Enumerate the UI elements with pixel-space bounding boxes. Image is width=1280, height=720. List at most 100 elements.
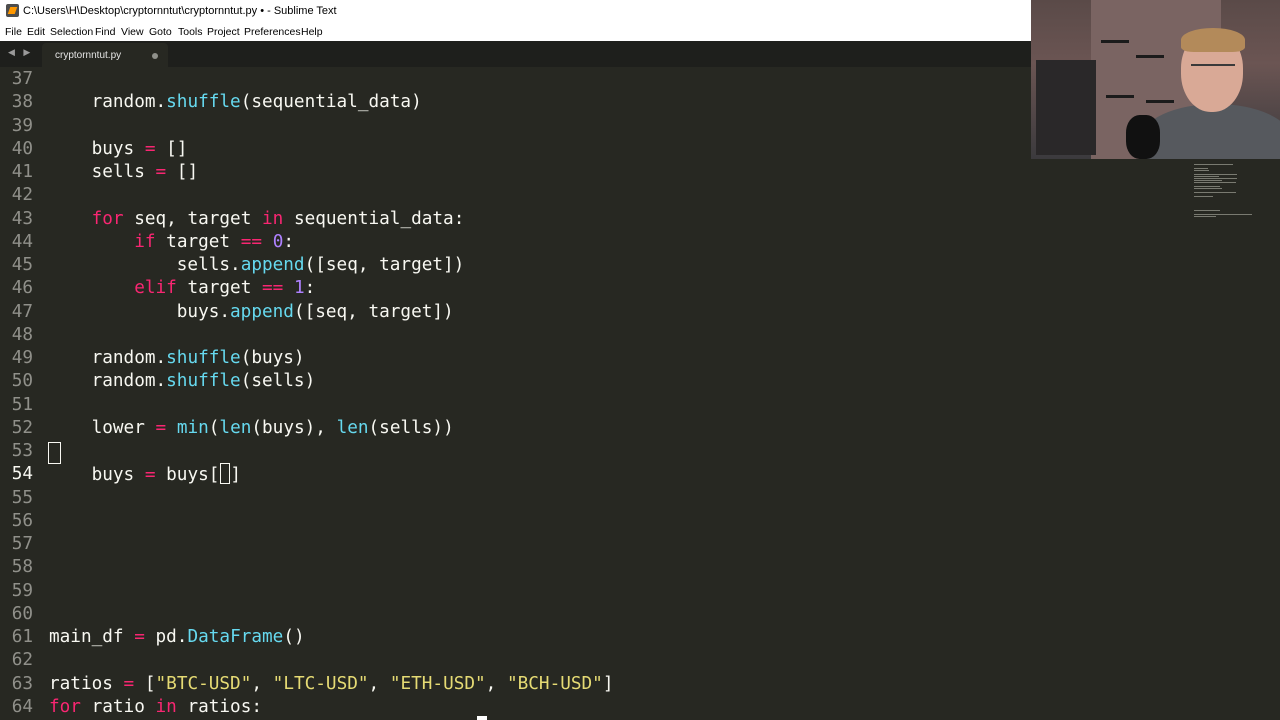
code-token: == <box>240 231 263 252</box>
menu-help[interactable]: Help <box>301 26 323 38</box>
webcam-shelf <box>1036 60 1096 155</box>
code-line[interactable]: 58 <box>0 556 33 579</box>
drone-icon <box>1136 55 1164 58</box>
code-line[interactable]: 40 buys = [] <box>0 138 188 161</box>
code-line[interactable]: 62 <box>0 649 33 672</box>
menu-file[interactable]: File <box>5 26 22 38</box>
code-line[interactable]: 42 <box>0 184 33 207</box>
code-line[interactable]: 61 main_df = pd.DataFrame() <box>0 626 305 649</box>
code-line[interactable]: 57 <box>0 533 33 556</box>
code-token: [] <box>155 138 188 159</box>
code-line[interactable]: 48 <box>0 324 33 347</box>
line-number: 41 <box>11 162 33 182</box>
code-token: = <box>144 465 156 486</box>
code-token: ratios: <box>176 696 263 717</box>
menu-selection[interactable]: Selection <box>50 26 93 38</box>
code-token: ([seq, target]) <box>293 301 454 322</box>
minimap-line <box>1194 188 1222 189</box>
code-token: buys <box>49 465 145 486</box>
code-line[interactable]: 64 for ratio in ratios: <box>0 696 262 719</box>
code-text: buys = buys[] <box>49 463 241 487</box>
minimap[interactable] <box>1190 162 1270 222</box>
webcam-person-hair <box>1181 28 1245 52</box>
code-token: ( <box>208 417 220 438</box>
menu-edit[interactable]: Edit <box>27 26 45 38</box>
menu-preferences[interactable]: Preferences <box>244 26 301 38</box>
code-token: buys. <box>49 301 231 322</box>
code-token: ] <box>230 465 242 486</box>
code-token: () <box>283 627 305 647</box>
code-token: ] <box>602 673 614 694</box>
code-line[interactable]: 44 if target == 0: <box>0 231 294 254</box>
code-token: if <box>134 231 156 252</box>
code-line[interactable]: 60 <box>0 603 33 626</box>
code-token: ([seq, target]) <box>304 255 465 275</box>
code-token: (sells) <box>240 371 316 392</box>
webcam-person-glasses <box>1191 64 1235 75</box>
code-token: in <box>155 696 177 717</box>
window-title: C:\Users\H\Desktop\cryptornntut\cryptorn… <box>23 5 337 17</box>
line-number: 49 <box>11 348 33 368</box>
code-token: , <box>251 673 273 694</box>
code-line[interactable]: 39 <box>0 115 33 138</box>
code-line[interactable]: 63 ratios = ["BTC-USD", "LTC-USD", "ETH-U… <box>0 673 614 696</box>
code-line[interactable]: 38 random.shuffle(sequential_data) <box>0 91 422 114</box>
drone-icon <box>1146 100 1174 103</box>
drone-icon <box>1106 95 1134 98</box>
menu-view[interactable]: View <box>121 26 144 38</box>
line-number: 42 <box>11 185 33 206</box>
menu-find[interactable]: Find <box>95 26 115 38</box>
code-line[interactable]: 51 <box>0 394 33 417</box>
code-token: random. <box>49 348 167 368</box>
line-number: 50 <box>11 371 33 392</box>
code-line[interactable]: 52 lower = min(len(buys), len(sells)) <box>0 417 454 440</box>
code-line[interactable]: 49 random.shuffle(buys) <box>0 347 305 370</box>
code-token: "LTC-USD" <box>272 673 369 694</box>
code-token: for <box>49 696 81 717</box>
code-token: DataFrame <box>187 627 284 647</box>
code-line[interactable]: 47 buys.append([seq, target]) <box>0 301 454 324</box>
code-token: sells. <box>49 255 241 275</box>
code-token: 0 <box>272 231 284 252</box>
tab-nav-arrows-icon[interactable]: ◀ ▶ <box>8 47 33 58</box>
code-token: random. <box>49 92 167 113</box>
menu-goto[interactable]: Goto <box>149 26 172 38</box>
code-text: elif target == 1: <box>49 277 315 300</box>
code-token: , <box>368 673 390 694</box>
code-text: buys.append([seq, target]) <box>49 301 454 324</box>
menu-tools[interactable]: Tools <box>178 26 203 38</box>
code-token: main_df <box>49 627 135 647</box>
code-token: (sequential_data) <box>240 92 422 113</box>
unsaved-dot-icon[interactable] <box>152 53 158 59</box>
code-line[interactable]: 54 buys = buys[] <box>0 463 241 486</box>
code-editor[interactable]: 37 38 random.shuffle(sequential_data) 39 40… <box>0 67 1280 720</box>
line-number: 62 <box>11 650 33 671</box>
code-line[interactable]: 53 <box>0 440 33 463</box>
code-token: random. <box>49 371 167 392</box>
line-number: 56 <box>11 510 33 531</box>
code-line[interactable]: 55 <box>0 487 33 510</box>
code-text: random.shuffle(sells) <box>49 370 316 393</box>
tab-cryptornntut[interactable]: cryptornntut.py <box>42 43 168 67</box>
code-line[interactable]: 56 <box>0 510 33 533</box>
code-line[interactable]: 37 <box>0 68 33 91</box>
webcam-overlay <box>1031 0 1280 159</box>
code-text: for ratio in ratios: <box>49 696 262 719</box>
code-text: random.shuffle(sequential_data) <box>49 91 422 114</box>
line-number: 52 <box>11 417 33 438</box>
code-token: : <box>304 278 316 299</box>
line-number: 60 <box>11 603 33 624</box>
code-line[interactable]: 45 sells.append([seq, target]) <box>0 254 465 277</box>
menu-project[interactable]: Project <box>207 26 240 38</box>
code-line[interactable]: 43 for seq, target in sequential_data: <box>0 208 465 231</box>
line-number: 51 <box>11 394 33 415</box>
minimap-line <box>1194 216 1216 217</box>
code-line[interactable]: 46 elif target == 1: <box>0 277 316 300</box>
line-number: 48 <box>11 324 33 345</box>
code-line[interactable]: 41 sells = [] <box>0 161 198 184</box>
code-line[interactable]: 50 random.shuffle(sells) <box>0 370 316 393</box>
code-line[interactable]: 59 <box>0 580 33 603</box>
code-token: (buys), <box>251 417 337 438</box>
